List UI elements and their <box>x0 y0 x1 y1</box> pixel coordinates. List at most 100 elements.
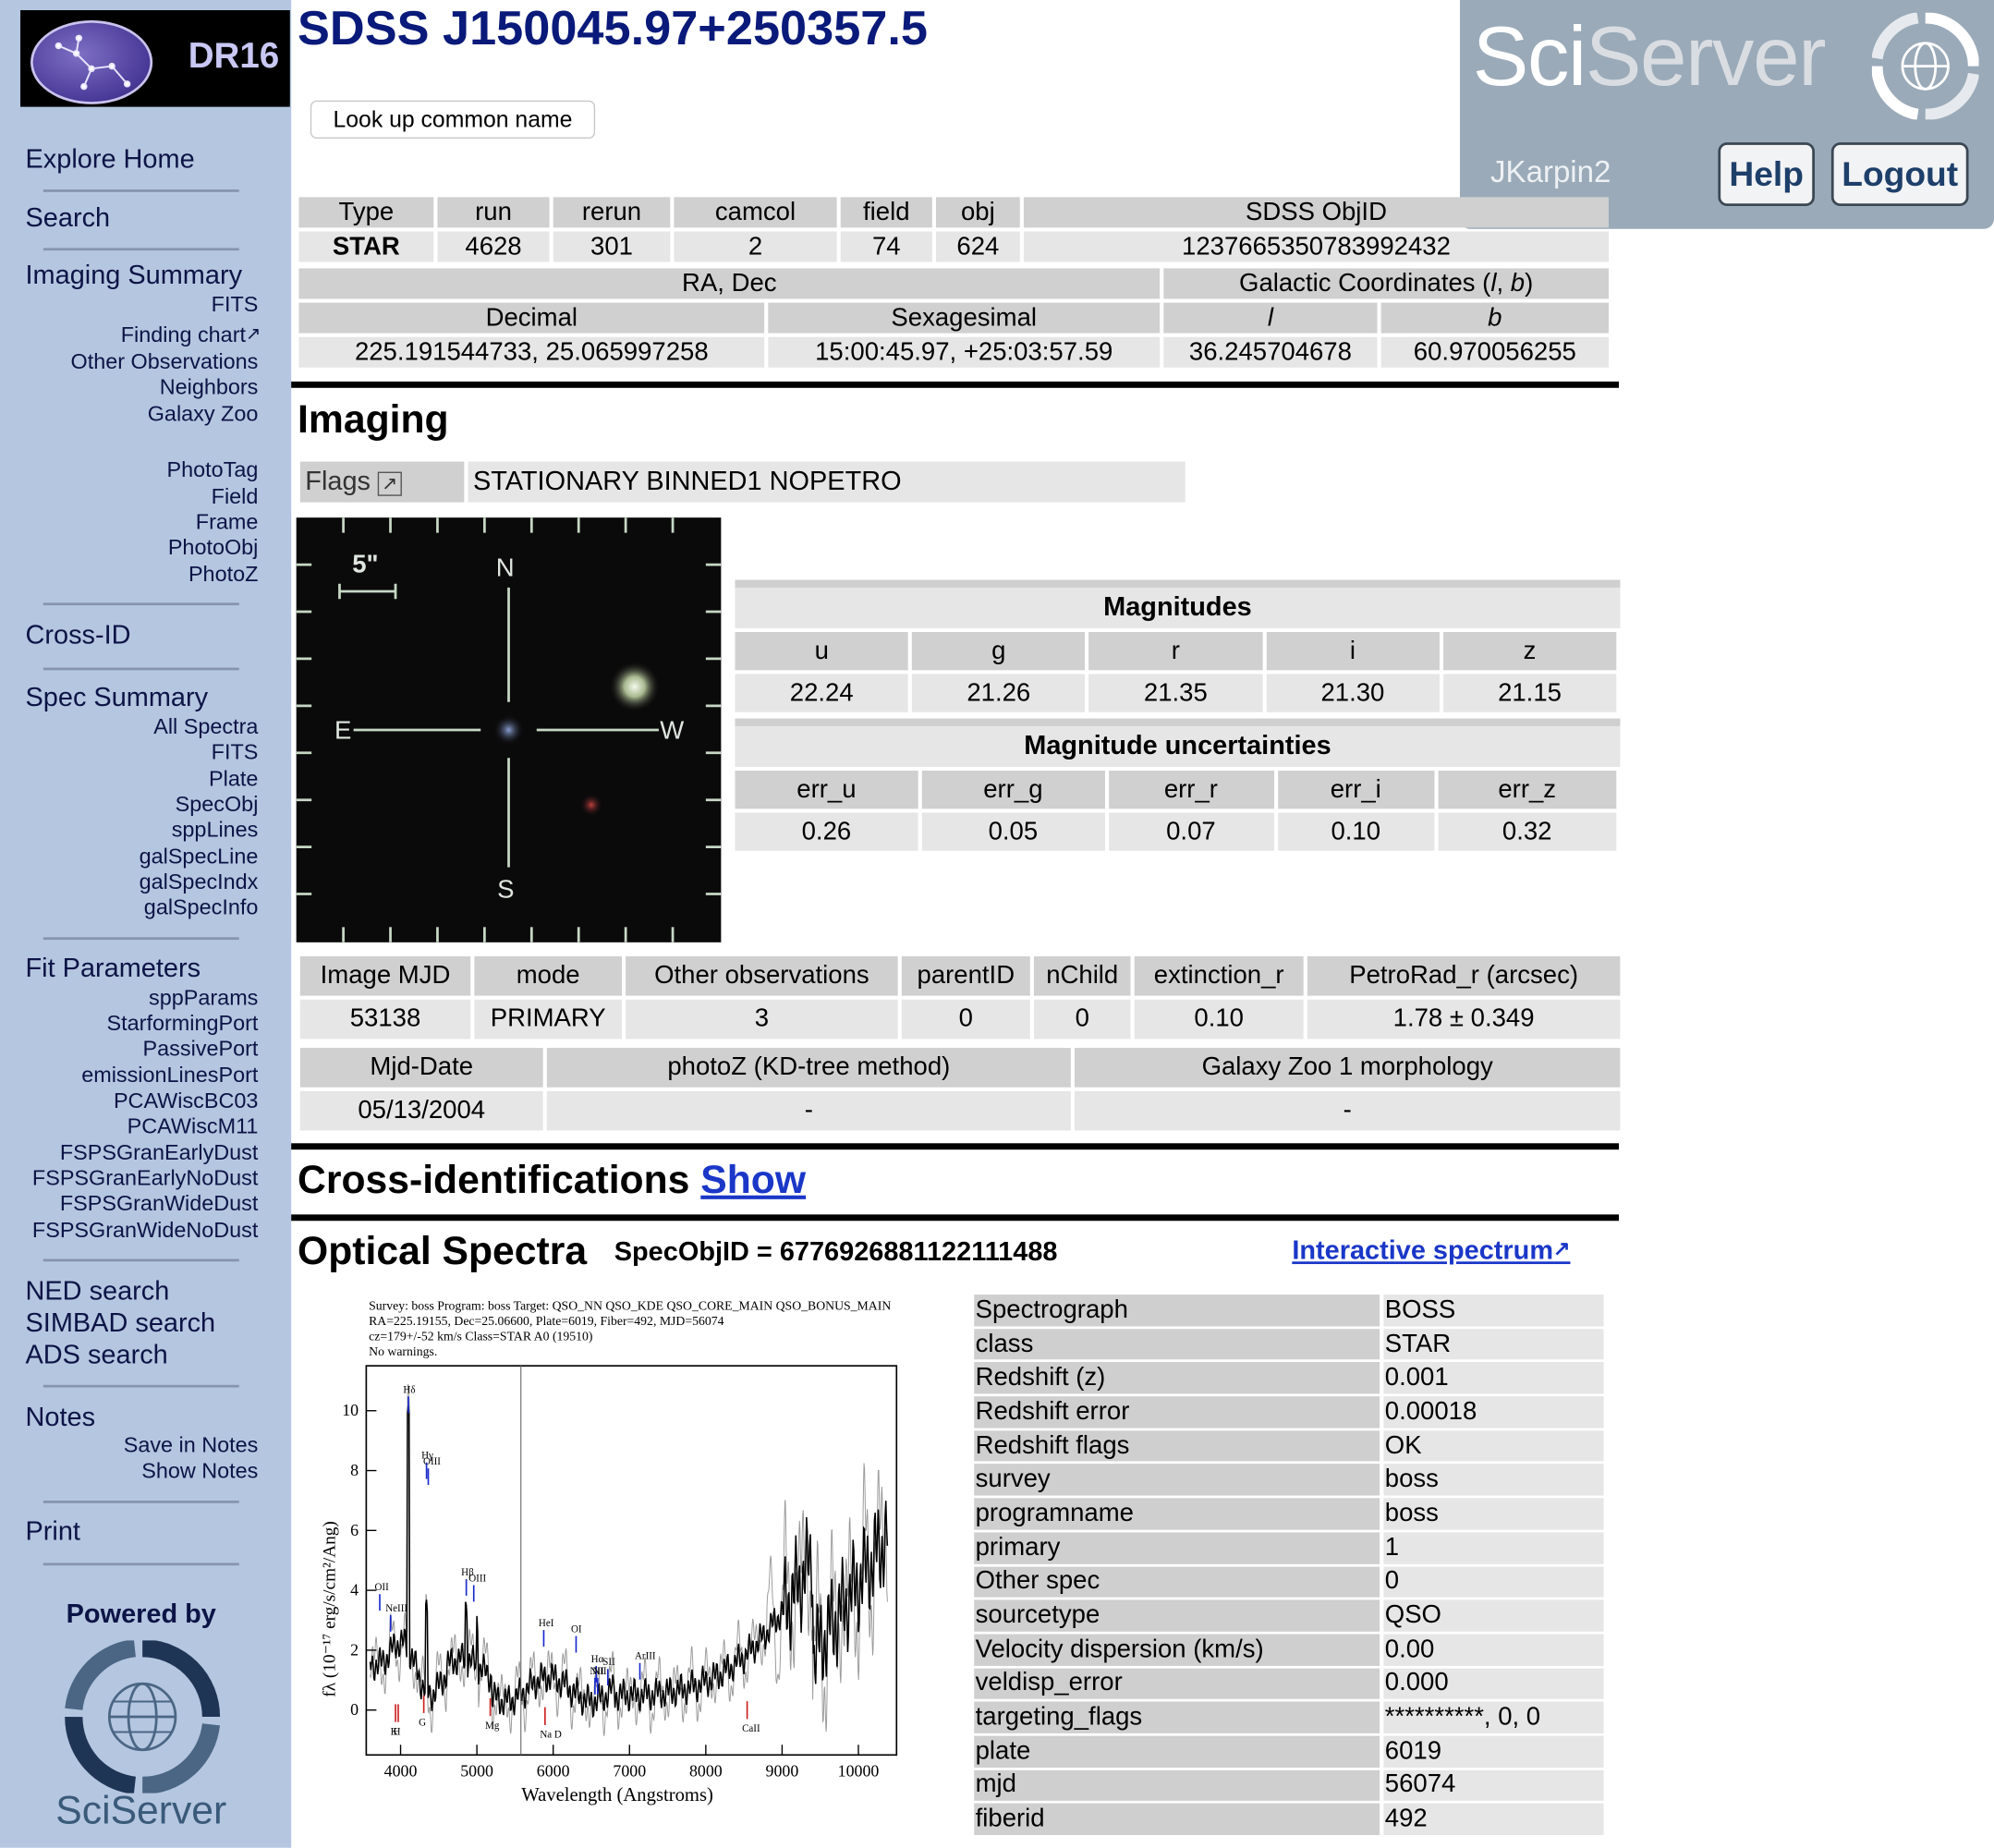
value-decimal: 225.191544733, 25.065997258 <box>298 336 765 368</box>
sciserver-brand-server: Server <box>1585 8 1827 103</box>
dr16-logo[interactable]: DR16 <box>20 10 290 107</box>
nav-search[interactable]: Search <box>26 203 111 234</box>
nav-galspecinfo[interactable]: galSpecInfo <box>144 895 259 921</box>
spectrum-property-value: 0.00 <box>1380 1634 1604 1666</box>
y-tick-label: 4 <box>350 1581 359 1599</box>
nav-finding-chart[interactable]: Finding chart↗ <box>121 323 261 349</box>
nav-pcawiscbc03[interactable]: PCAWiscBC03 <box>114 1088 258 1114</box>
help-button[interactable]: Help <box>1718 142 1815 206</box>
value-mjd-date: 05/13/2004 <box>299 1090 543 1131</box>
nav-galspecline[interactable]: galSpecLine <box>140 845 259 870</box>
page-title: SDSS J150045.97+250357.5 <box>298 2 928 56</box>
header-type: Type <box>298 197 434 228</box>
interactive-spectrum-label: Interactive spectrum <box>1292 1235 1554 1266</box>
spectrum-property-key: class <box>974 1328 1380 1360</box>
value-other-observations[interactable]: 3 <box>626 999 898 1040</box>
nav-sppparams[interactable]: sppParams <box>149 986 258 1012</box>
nav-cross-id[interactable]: Cross-ID <box>26 621 131 651</box>
nav-phototag[interactable]: PhotoTag <box>167 457 259 483</box>
header-field: field <box>840 197 932 228</box>
value-mode: PRIMARY <box>474 999 623 1040</box>
nav-save-in-notes[interactable]: Save in Notes <box>124 1433 259 1459</box>
nav-spplines[interactable]: sppLines <box>172 818 259 844</box>
spectrum-property-key: Spectrograph <box>974 1295 1380 1327</box>
y-tick-label: 10 <box>342 1401 359 1419</box>
mag-band-i: i <box>1266 632 1440 671</box>
nav-frame[interactable]: Frame <box>196 510 259 536</box>
header-rerun: rerun <box>553 197 671 228</box>
spectrum-property-row: survey boss <box>974 1464 1604 1496</box>
west-label: W <box>660 717 685 746</box>
mag-uncertainties-title: Magnitude uncertainties <box>735 718 1621 767</box>
nav-photoz[interactable]: PhotoZ <box>188 562 258 588</box>
sciserver-logo-icon <box>65 1640 221 1793</box>
nav-specobj[interactable]: SpecObj <box>176 792 259 818</box>
nav-photoobj[interactable]: PhotoObj <box>168 535 259 561</box>
header-galactic: Galactic Coordinates (l, b) <box>1163 268 1610 299</box>
mag-value-r: 21.35 <box>1088 674 1263 712</box>
nav-imaging-fits[interactable]: FITS <box>212 293 259 319</box>
err-band-z: err_z <box>1438 771 1617 809</box>
sciserver-brand: SciServer <box>1473 7 1827 104</box>
interactive-spectrum-link[interactable]: Interactive spectrum↗ <box>1292 1236 1570 1267</box>
lookup-common-name-button[interactable]: Look up common name <box>310 100 596 140</box>
nav-passiveport[interactable]: PassivePort <box>143 1037 259 1063</box>
spectrum-property-row: targeting_flags **********, 0, 0 <box>974 1701 1604 1733</box>
nav-fspsgranearlydust[interactable]: FSPSGranEarlyDust <box>60 1141 259 1167</box>
flags-label[interactable]: Flags ↗ <box>299 461 465 503</box>
nav-starformingport[interactable]: StarformingPort <box>107 1011 259 1037</box>
nav-explore-home[interactable]: Explore Home <box>26 145 195 176</box>
nav-fit-parameters[interactable]: Fit Parameters <box>26 954 201 984</box>
emission-line-label: NeIII <box>385 1603 407 1614</box>
spectrum-property-key: primary <box>974 1532 1380 1564</box>
nav-fspsgranwidedust[interactable]: FSPSGranWideDust <box>60 1192 259 1218</box>
nav-spec-fits[interactable]: FITS <box>212 740 259 766</box>
spectrum-property-key: Other spec <box>974 1565 1380 1598</box>
nav-field[interactable]: Field <box>212 484 259 510</box>
x-tick-label: 4000 <box>384 1762 418 1781</box>
spectrum-property-value: 56074 <box>1380 1769 1604 1802</box>
mag-value-u: 22.24 <box>735 674 908 712</box>
nav-plate[interactable]: Plate <box>209 767 258 793</box>
logout-button[interactable]: Logout <box>1830 142 1969 206</box>
nav-fspsgranwidenodust[interactable]: FSPSGranWideNoDust <box>32 1218 258 1244</box>
nav-ads-search[interactable]: ADS search <box>26 1341 168 1371</box>
x-tick-label: 5000 <box>460 1762 493 1781</box>
nav-show-notes[interactable]: Show Notes <box>141 1459 258 1485</box>
spectrum-property-value: 1 <box>1380 1532 1604 1564</box>
header-run: run <box>437 197 550 228</box>
value-camcol: 2 <box>674 231 837 262</box>
image-cutout[interactable]: 5" N S E W <box>296 517 722 942</box>
nav-imaging-summary[interactable]: Imaging Summary <box>26 261 243 291</box>
nav-galaxy-zoo[interactable]: Galaxy Zoo <box>148 402 259 428</box>
nav-pcawiscm11[interactable]: PCAWiscM11 <box>128 1114 259 1140</box>
nav-simbad-search[interactable]: SIMBAD search <box>26 1308 216 1339</box>
spectrum-property-row: primary 1 <box>974 1532 1604 1564</box>
nav-ned-search[interactable]: NED search <box>26 1277 170 1307</box>
spectrum-property-key: mjd <box>974 1769 1380 1802</box>
nav-galspecindx[interactable]: galSpecIndx <box>140 869 259 895</box>
nav-all-spectra[interactable]: All Spectra <box>153 714 258 740</box>
nav-neighbors[interactable]: Neighbors <box>160 375 259 401</box>
logo-text: DR16 <box>188 35 280 76</box>
header-ra-dec: RA, Dec <box>298 268 1161 299</box>
separator <box>43 1384 239 1388</box>
spectrum-property-row: plate 6019 <box>974 1735 1604 1768</box>
south-label: S <box>497 876 515 905</box>
spectrum-property-row: programname boss <box>974 1498 1604 1530</box>
nav-other-observations[interactable]: Other Observations <box>71 349 259 375</box>
section-divider <box>291 381 1620 388</box>
err-band-g: err_g <box>921 771 1105 809</box>
nav-spec-summary[interactable]: Spec Summary <box>26 683 209 713</box>
nav-emissionlinesport[interactable]: emissionLinesPort <box>81 1064 258 1089</box>
north-label: N <box>495 554 515 583</box>
nav-notes[interactable]: Notes <box>26 1403 96 1433</box>
x-tick-label: 9000 <box>766 1762 799 1781</box>
spectrum-plot[interactable]: Survey: boss Program: boss Target: QSO_N… <box>305 1295 942 1817</box>
nav-fspsgranearlynodust[interactable]: FSPSGranEarlyNoDust <box>32 1166 258 1192</box>
plot-header-line: RA=225.19155, Dec=25.06600, Plate=6019, … <box>369 1315 724 1330</box>
err-band-u: err_u <box>735 771 918 809</box>
show-cross-ids-link[interactable]: Show <box>700 1157 806 1201</box>
nav-print[interactable]: Print <box>26 1517 80 1548</box>
mag-value-z: 21.15 <box>1442 674 1617 712</box>
